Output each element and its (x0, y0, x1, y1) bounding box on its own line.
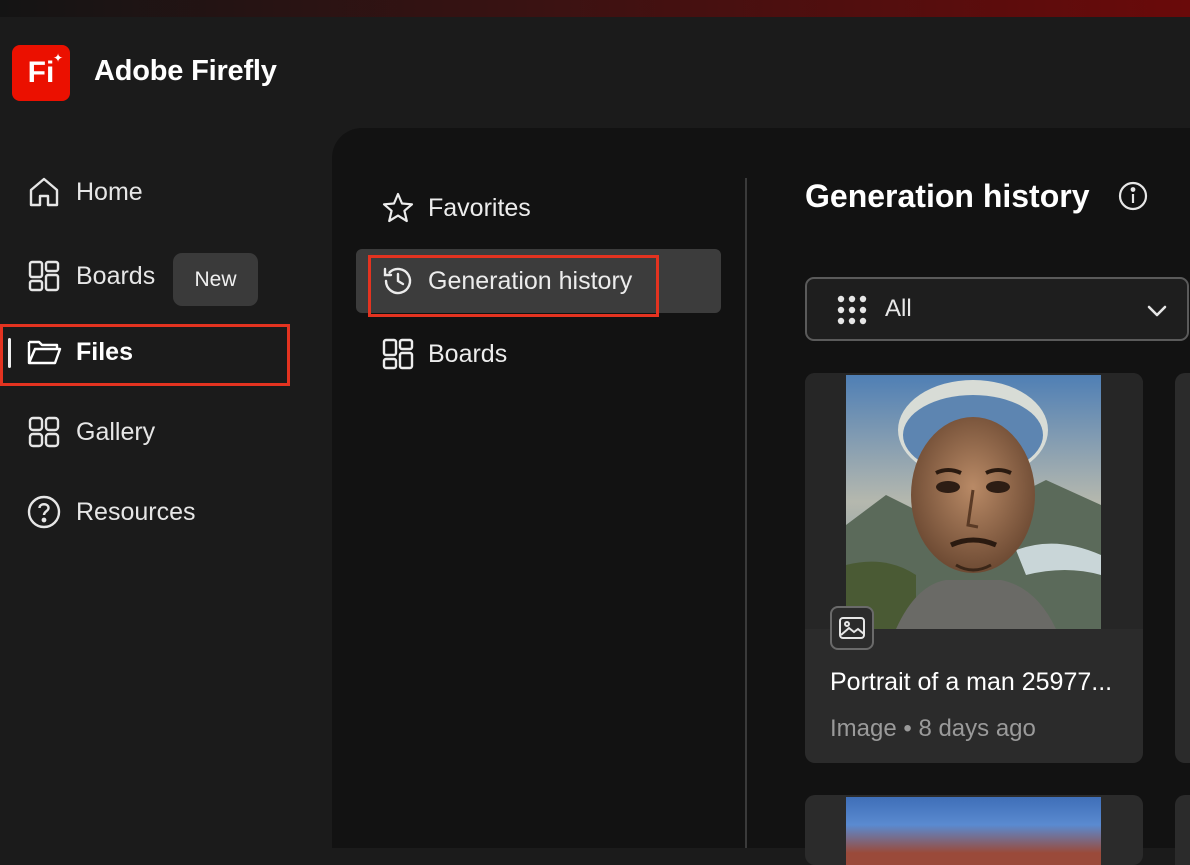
next-card-partial[interactable] (1175, 373, 1190, 763)
star-icon (380, 190, 416, 226)
card-thumbnail[interactable] (846, 797, 1101, 865)
nav-label-resources: Resources (76, 497, 196, 526)
subnav-label-boards: Boards (428, 339, 508, 368)
nav-item-gallery[interactable]: Gallery (0, 402, 300, 462)
home-icon (26, 174, 62, 210)
grid-icon (835, 293, 869, 332)
new-badge: New (173, 253, 258, 306)
subnav-item-boards[interactable]: Boards (356, 322, 721, 386)
type-filter-dropdown[interactable]: All (805, 277, 1189, 341)
sparkle-icon: ✦ (52, 51, 63, 65)
card-thumbnail-area (805, 373, 1143, 629)
nav-label-gallery: Gallery (76, 417, 156, 446)
app-title: Adobe Firefly (94, 55, 277, 87)
image-type-icon (830, 606, 874, 650)
subnav-item-favorites[interactable]: Favorites (356, 176, 721, 240)
card-title: Portrait of a man 25977... (830, 668, 1113, 696)
boards-icon (26, 258, 62, 294)
firefly-logo[interactable]: Fi ✦ (12, 45, 70, 101)
page-title: Generation history (805, 178, 1090, 214)
generation-history-highlight-box (368, 255, 659, 317)
nav-label-home: Home (76, 177, 143, 206)
window-top-gradient (0, 0, 1190, 17)
help-circle-icon (26, 494, 62, 530)
app-header: Fi ✦ Adobe Firefly (0, 17, 1190, 117)
boards-icon (380, 336, 416, 372)
subnav-label-favorites: Favorites (428, 193, 531, 222)
gallery-icon (26, 414, 62, 450)
nav-label-boards: Boards (76, 261, 156, 290)
logo-text: Fi (27, 56, 55, 89)
panel-divider (745, 178, 747, 848)
nav-item-home[interactable]: Home (0, 162, 300, 222)
portrait-thumbnail[interactable] (846, 375, 1101, 629)
card-meta: Image • 8 days ago (830, 715, 1036, 742)
nav-item-resources[interactable]: Resources (0, 482, 300, 542)
main-panel: Favorites Generation history Boards Gene… (332, 128, 1190, 865)
filter-value: All (885, 295, 912, 322)
chevron-down-icon (1145, 299, 1169, 328)
info-icon[interactable] (1117, 180, 1149, 212)
next-card-partial[interactable] (1175, 795, 1190, 865)
generation-card[interactable]: Portrait of a man 25977... Image • 8 day… (805, 373, 1143, 763)
generation-card[interactable] (805, 795, 1143, 865)
files-highlight-box (0, 324, 290, 386)
